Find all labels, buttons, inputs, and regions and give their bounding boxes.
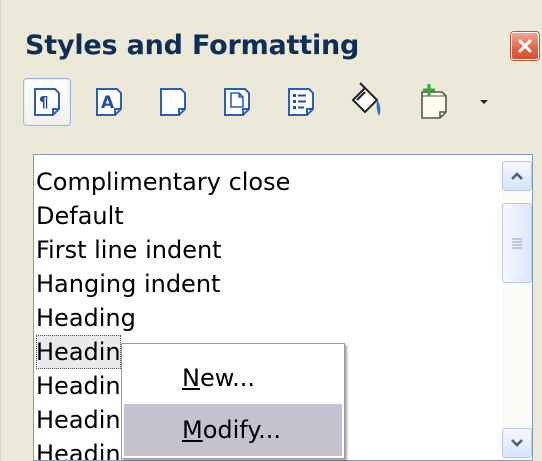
frame-icon — [160, 88, 186, 116]
list-item[interactable]: Default — [36, 199, 124, 233]
scrollbar-thumb[interactable] — [502, 203, 532, 283]
list-item[interactable]: First line indent — [36, 233, 222, 267]
list-item[interactable]: Heading — [36, 301, 136, 335]
menu-mnemonic: N — [182, 364, 200, 392]
frame-styles-button[interactable] — [149, 78, 197, 126]
svg-text:A: A — [101, 93, 115, 113]
dropdown-arrow-icon — [480, 100, 488, 104]
menu-item-label: ew... — [199, 364, 256, 392]
paragraph-styles-button[interactable]: ¶ — [23, 78, 71, 126]
window-title: Styles and Formatting — [25, 30, 360, 61]
list-styles-button[interactable] — [277, 78, 325, 126]
paragraph-icon: ¶ — [34, 88, 60, 116]
character-styles-button[interactable]: A — [85, 78, 133, 126]
new-style-from-selection-button[interactable] — [409, 78, 457, 126]
list-item-selected[interactable]: Headin — [36, 335, 121, 369]
list-item[interactable]: Hanging indent — [36, 267, 220, 301]
list-item[interactable]: Headin — [36, 437, 121, 460]
close-button[interactable] — [511, 32, 539, 60]
chevron-up-icon — [511, 172, 523, 180]
list-item[interactable]: Complimentary close — [36, 165, 290, 199]
list-item[interactable]: Headin — [36, 369, 121, 403]
fill-format-mode-button[interactable] — [343, 78, 391, 126]
chevron-down-icon — [511, 439, 523, 447]
style-toolbar: ¶ A — [23, 78, 538, 146]
close-icon — [518, 39, 532, 53]
context-menu: New... Modify... — [121, 343, 345, 459]
menu-item-modify[interactable]: Modify... — [124, 404, 342, 456]
character-style-icon: A — [96, 88, 122, 116]
page-icon — [224, 88, 250, 116]
menu-item-new[interactable]: New... — [124, 352, 342, 404]
svg-text:¶: ¶ — [39, 93, 49, 111]
menu-mnemonic: M — [182, 416, 203, 444]
paint-bucket-icon — [351, 82, 381, 116]
menu-item-label: odify... — [202, 416, 281, 444]
list-item[interactable]: Headin — [36, 403, 121, 437]
page-styles-button[interactable] — [213, 78, 261, 126]
list-icon — [288, 88, 314, 116]
vertical-scrollbar[interactable] — [502, 161, 532, 458]
styles-and-formatting-window: Styles and Formatting ¶ A Complimentary … — [0, 0, 542, 461]
title-bar: Styles and Formatting — [15, 22, 539, 66]
toolbar-more-button[interactable] — [469, 78, 499, 126]
new-style-icon — [421, 84, 447, 119]
scroll-up-button[interactable] — [502, 161, 532, 191]
scroll-down-button[interactable] — [502, 428, 532, 458]
grip-icon — [512, 238, 522, 249]
